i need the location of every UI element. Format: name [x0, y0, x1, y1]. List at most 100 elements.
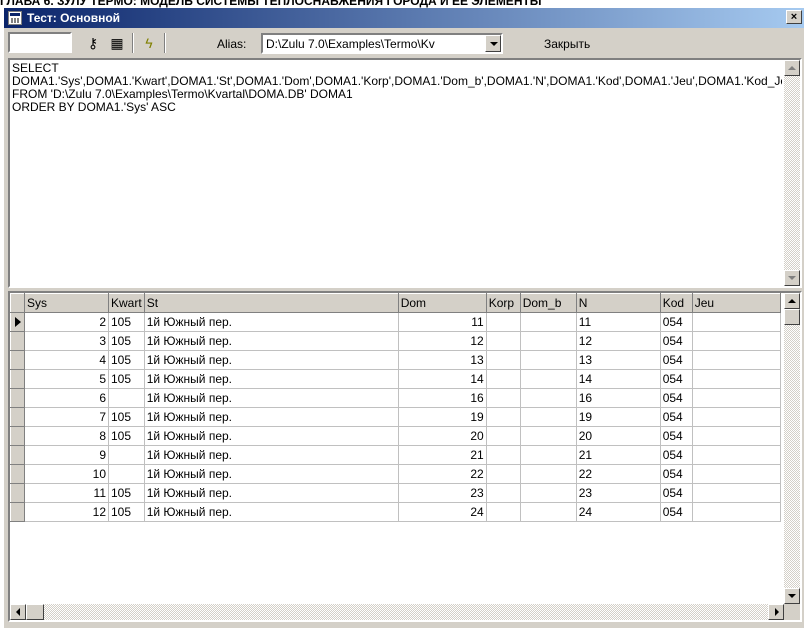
cell-jeu[interactable] [692, 483, 781, 503]
cell-kod[interactable]: 054 [660, 445, 693, 465]
row-indicator[interactable] [10, 464, 25, 484]
table-row[interactable]: 6 1й Южный пер. 16 16 054 [10, 388, 781, 408]
row-indicator[interactable] [10, 502, 25, 522]
column-header[interactable]: Dom_b [519, 293, 577, 313]
cell-st[interactable]: 1й Южный пер. [144, 426, 399, 446]
cell-n[interactable]: 23 [576, 483, 661, 503]
row-indicator[interactable] [10, 445, 25, 465]
cell-n[interactable]: 13 [576, 350, 661, 370]
cell-kwart[interactable]: 105 [108, 483, 145, 503]
cell-jeu[interactable] [692, 369, 781, 389]
cell-st[interactable]: 1й Южный пер. [144, 464, 399, 484]
cell-dom-b[interactable] [520, 407, 577, 427]
cell-jeu[interactable] [692, 426, 781, 446]
cell-sys[interactable]: 2 [24, 312, 109, 332]
cell-jeu[interactable] [692, 331, 781, 351]
cell-st[interactable]: 1й Южный пер. [144, 369, 399, 389]
row-indicator[interactable] [10, 312, 25, 332]
table-row[interactable]: 2 105 1й Южный пер. 11 11 054 [10, 312, 781, 332]
cell-sys[interactable]: 8 [24, 426, 109, 446]
cell-n[interactable]: 19 [576, 407, 661, 427]
cell-dom-b[interactable] [520, 388, 577, 408]
table-row[interactable]: 3 105 1й Южный пер. 12 12 054 [10, 331, 781, 351]
row-indicator[interactable] [10, 426, 25, 446]
sql-vertical-scrollbar[interactable] [784, 60, 800, 286]
cell-dom-b[interactable] [520, 312, 577, 332]
cell-sys[interactable]: 12 [24, 502, 109, 522]
scroll-left-icon[interactable] [10, 604, 26, 620]
cell-sys[interactable]: 5 [24, 369, 109, 389]
sql-query-text[interactable]: SELECT DOMA1.'Sys',DOMA1.'Kwart',DOMA1.'… [12, 62, 782, 284]
cell-kwart[interactable] [108, 464, 145, 484]
cell-st[interactable]: 1й Южный пер. [144, 445, 399, 465]
table-row[interactable]: 8 105 1й Южный пер. 20 20 054 [10, 426, 781, 446]
column-header[interactable]: Korp [485, 293, 521, 313]
cell-dom-b[interactable] [520, 331, 577, 351]
cell-korp[interactable] [486, 483, 521, 503]
cell-kwart[interactable] [108, 445, 145, 465]
cell-kod[interactable]: 054 [660, 350, 693, 370]
row-indicator[interactable] [10, 350, 25, 370]
sql-editor[interactable]: SELECT DOMA1.'Sys',DOMA1.'Kwart',DOMA1.'… [8, 58, 802, 288]
cell-jeu[interactable] [692, 464, 781, 484]
cell-jeu[interactable] [692, 312, 781, 332]
cell-jeu[interactable] [692, 407, 781, 427]
table-row[interactable]: 11 105 1й Южный пер. 23 23 054 [10, 483, 781, 503]
cell-korp[interactable] [486, 312, 521, 332]
cell-korp[interactable] [486, 407, 521, 427]
results-grid[interactable]: Sys Kwart St Dom Korp Dom_b N Kod Jeu 21… [8, 291, 802, 622]
cell-dom[interactable]: 14 [398, 369, 487, 389]
key-icon[interactable]: ⚷ [83, 34, 103, 52]
window-close-button[interactable]: × [786, 10, 802, 24]
cell-dom[interactable]: 20 [398, 426, 487, 446]
grid-horizontal-scrollbar[interactable] [10, 604, 784, 620]
cell-sys[interactable]: 6 [24, 388, 109, 408]
cell-sys[interactable]: 9 [24, 445, 109, 465]
column-header[interactable]: N [575, 293, 661, 313]
cell-n[interactable]: 14 [576, 369, 661, 389]
scroll-right-icon[interactable] [768, 604, 784, 620]
cell-kwart[interactable]: 105 [108, 502, 145, 522]
cell-sys[interactable]: 4 [24, 350, 109, 370]
cell-dom-b[interactable] [520, 426, 577, 446]
column-header[interactable]: Dom [397, 293, 487, 313]
grid-vertical-scrollbar[interactable] [784, 293, 800, 604]
cell-jeu[interactable] [692, 350, 781, 370]
lightning-icon[interactable]: ϟ [139, 34, 159, 52]
cell-korp[interactable] [486, 445, 521, 465]
scroll-down-icon[interactable] [784, 270, 800, 286]
cell-jeu[interactable] [692, 502, 781, 522]
cell-sys[interactable]: 10 [24, 464, 109, 484]
cell-sys[interactable]: 7 [24, 407, 109, 427]
cell-jeu[interactable] [692, 388, 781, 408]
cell-sys[interactable]: 11 [24, 483, 109, 503]
table-row[interactable]: 7 105 1й Южный пер. 19 19 054 [10, 407, 781, 427]
cell-dom-b[interactable] [520, 350, 577, 370]
cell-n[interactable]: 12 [576, 331, 661, 351]
column-header[interactable]: Kod [659, 293, 693, 313]
scroll-thumb[interactable] [784, 309, 800, 325]
row-indicator[interactable] [10, 388, 25, 408]
column-header[interactable]: St [143, 293, 399, 313]
table-row[interactable]: 12 105 1й Южный пер. 24 24 054 [10, 502, 781, 522]
cell-n[interactable]: 21 [576, 445, 661, 465]
scroll-up-icon[interactable] [784, 293, 800, 309]
row-indicator[interactable] [10, 369, 25, 389]
cell-n[interactable]: 16 [576, 388, 661, 408]
cell-st[interactable]: 1й Южный пер. [144, 388, 399, 408]
table-row[interactable]: 9 1й Южный пер. 21 21 054 [10, 445, 781, 465]
cell-jeu[interactable] [692, 445, 781, 465]
scroll-down-icon[interactable] [784, 588, 800, 604]
row-indicator[interactable] [10, 483, 25, 503]
cell-st[interactable]: 1й Южный пер. [144, 502, 399, 522]
cell-dom-b[interactable] [520, 369, 577, 389]
cell-dom[interactable]: 19 [398, 407, 487, 427]
cell-kod[interactable]: 054 [660, 369, 693, 389]
title-bar[interactable]: Тест: Основной × [4, 8, 804, 28]
chevron-down-icon[interactable] [485, 35, 501, 52]
cell-korp[interactable] [486, 369, 521, 389]
cell-dom[interactable]: 16 [398, 388, 487, 408]
cell-st[interactable]: 1й Южный пер. [144, 350, 399, 370]
cell-st[interactable]: 1й Южный пер. [144, 407, 399, 427]
cell-korp[interactable] [486, 331, 521, 351]
